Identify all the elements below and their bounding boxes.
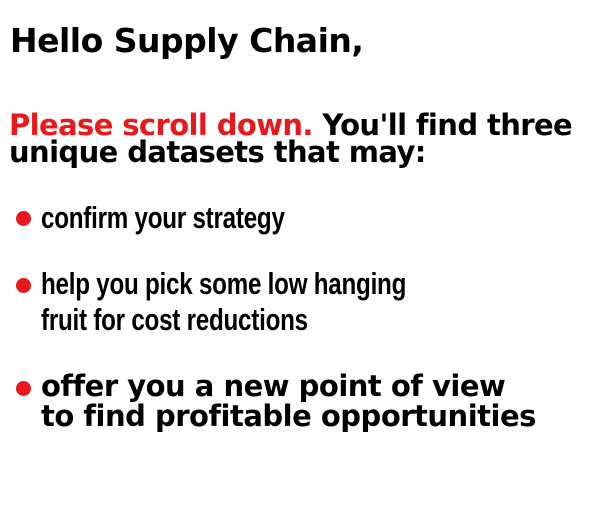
intro-paragraph: Please scroll down. You'll find three un… bbox=[9, 111, 589, 167]
bullet-dot-icon bbox=[16, 211, 31, 226]
greeting-heading: Hello Supply Chain, bbox=[10, 21, 364, 60]
list-item-text: confirm your strategy bbox=[41, 200, 353, 236]
page: { "greeting": "Hello Supply Chain,", "in… bbox=[0, 0, 596, 519]
bullet-dot-icon bbox=[16, 381, 31, 396]
list-item-text: offer you a new point of view to find pr… bbox=[41, 371, 536, 431]
list-item-line: help you pick some low hanging bbox=[41, 266, 407, 301]
list-item-line: fruit for cost reductions bbox=[41, 302, 308, 337]
list-item-line: to find profitable opportunities bbox=[41, 399, 536, 433]
list-item: confirm your strategy bbox=[16, 200, 353, 236]
bullet-dot-icon bbox=[16, 278, 31, 293]
list-item: offer you a new point of view to find pr… bbox=[16, 371, 536, 431]
list-item: help you pick some low hanging fruit for… bbox=[16, 266, 509, 338]
list-item-line: offer you a new point of view bbox=[41, 369, 506, 403]
list-item-line: confirm your strategy bbox=[41, 200, 285, 235]
list-item-text: help you pick some low hanging fruit for… bbox=[41, 266, 509, 338]
